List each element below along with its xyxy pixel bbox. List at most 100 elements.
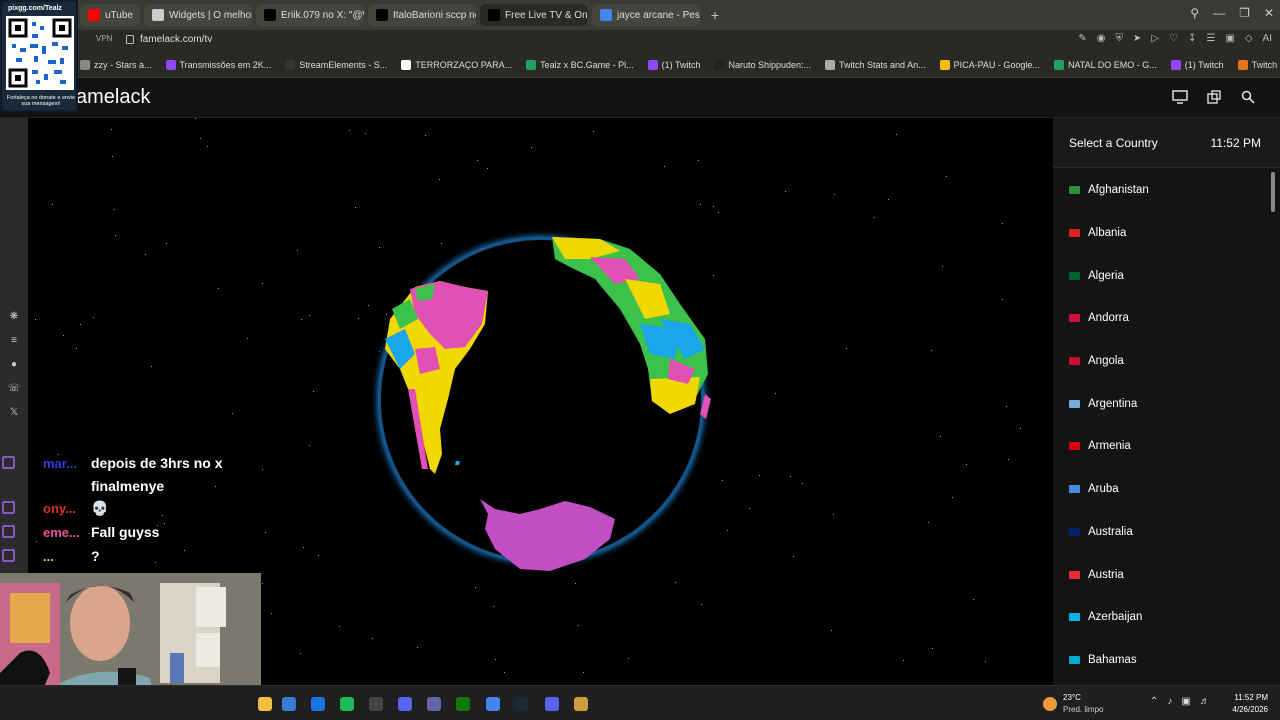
tab-6[interactable]: jayce arcane - Pesquisa <box>592 4 700 26</box>
bookmark-item[interactable]: PICA-PAU - Google... <box>939 59 1040 70</box>
bookmark-item[interactable]: Tealz x BC.Game - Pl... <box>526 59 634 70</box>
tab-4[interactable]: ItaloBarioni sccp no X: " <box>368 4 476 26</box>
vpn-badge[interactable]: VPN <box>96 34 112 43</box>
star <box>700 204 701 205</box>
country-item[interactable]: Armenia <box>1053 425 1271 468</box>
country-list[interactable]: Afghanistan Albania Algeria Andorra Angola Ar… <box>1053 169 1271 685</box>
volume-icon[interactable]: ♬ <box>1200 696 1210 707</box>
star <box>713 275 714 276</box>
star <box>504 672 505 673</box>
star <box>76 348 77 349</box>
wallet-icon[interactable]: ▣ <box>1225 33 1234 44</box>
whatsapp-icon[interactable]: ☏ <box>8 382 21 394</box>
bookmark-item[interactable]: Transmissões em 2K... <box>165 59 271 70</box>
chevron-up-icon[interactable]: ⌃ <box>1150 696 1158 707</box>
country-item[interactable]: Aruba <box>1053 468 1271 511</box>
country-item[interactable]: Australia <box>1053 511 1271 554</box>
bookmark-label: StreamElements - S... <box>299 59 388 70</box>
globe-view-icon[interactable] <box>1206 89 1222 105</box>
microphone-icon[interactable]: ♪ <box>1167 696 1172 707</box>
bookmark-label: Twitch Stats and An... <box>839 59 926 70</box>
tab-1[interactable]: uTube <box>80 4 140 26</box>
maximize-button[interactable]: ❐ <box>1239 6 1250 20</box>
discord-icon[interactable] <box>545 697 559 711</box>
bookmark-item[interactable]: TERRORZAÇO PARA... <box>401 59 512 70</box>
weather-icon[interactable] <box>1043 697 1057 711</box>
globe[interactable] <box>370 229 712 571</box>
bookmark-item[interactable]: StreamElements - S... <box>285 59 388 70</box>
new-tab-button[interactable]: + <box>706 7 724 23</box>
star <box>372 638 373 639</box>
chat-message: mar... depois de 3hrs no x finalmenye <box>0 452 261 498</box>
url-field[interactable]: famelack.com/tv <box>126 34 212 45</box>
network-icon[interactable]: ▣ <box>1181 696 1190 707</box>
menu-icon[interactable]: ☰ <box>1206 33 1215 44</box>
star <box>985 661 986 662</box>
search-icon[interactable] <box>1240 89 1256 105</box>
play-icon[interactable]: ▷ <box>1151 33 1159 44</box>
chrome-icon[interactable] <box>486 697 500 711</box>
ai-icon[interactable]: AI <box>1263 33 1272 44</box>
cube-icon[interactable]: ◇ <box>1245 33 1253 44</box>
steam-icon[interactable] <box>515 697 529 711</box>
discord-app-icon[interactable] <box>398 697 412 711</box>
teams-icon[interactable] <box>427 697 441 711</box>
bookmark-item[interactable]: Twitch Stats and An... <box>825 59 926 70</box>
bookmark-item[interactable]: Twitch Front Page P... <box>1237 59 1280 70</box>
bookmark-item[interactable]: NATAL DO EMO - G... <box>1053 59 1157 70</box>
weather-temp[interactable]: 23°C <box>1063 693 1081 702</box>
country-list-scrollbar[interactable] <box>1271 172 1275 212</box>
league-icon[interactable] <box>574 697 588 711</box>
tab-label: Widgets | O melhor soft <box>169 9 252 21</box>
spotify-icon[interactable] <box>340 697 354 711</box>
site-logo[interactable]: amelack <box>76 86 150 109</box>
x-icon <box>264 9 276 21</box>
file-explorer-icon[interactable] <box>258 697 272 711</box>
bookmark-item[interactable]: zzy - Stars a... <box>80 59 152 70</box>
heart-icon[interactable]: ♡ <box>1169 33 1178 44</box>
country-item[interactable]: Albania <box>1053 212 1271 255</box>
url-text[interactable]: famelack.com/tv <box>140 34 212 45</box>
obs-icon[interactable] <box>369 697 383 711</box>
download-icon[interactable]: ↧ <box>1188 33 1196 44</box>
sparkle-icon[interactable]: ❋ <box>8 310 20 322</box>
bookmark-item[interactable]: (1) Twitch <box>1170 59 1224 70</box>
shield-icon[interactable]: ⛨ <box>1115 33 1123 44</box>
x-icon[interactable]: 𝕏 <box>8 406 20 418</box>
store-icon[interactable] <box>282 697 296 711</box>
weather-desc[interactable]: Pred. limpo <box>1063 705 1103 714</box>
close-window-button[interactable]: ✕ <box>1264 6 1274 20</box>
outlook-icon[interactable] <box>311 697 325 711</box>
edit-icon[interactable]: ✎ <box>1078 33 1086 44</box>
country-item[interactable]: Argentina <box>1053 382 1271 425</box>
star <box>218 288 219 289</box>
country-item[interactable]: Bahamas <box>1053 639 1271 682</box>
bookmark-label: (1) Twitch <box>661 59 701 70</box>
country-item[interactable]: Algeria <box>1053 254 1271 297</box>
country-item[interactable]: Angola <box>1053 340 1271 383</box>
country-item[interactable]: Azerbaijan <box>1053 596 1271 639</box>
tab-3[interactable]: Eriik.079 no X: "@WildR <box>256 4 364 26</box>
search-tabs-icon[interactable]: ⚲ <box>1190 6 1199 20</box>
country-item[interactable]: Austria <box>1053 553 1271 596</box>
country-item[interactable]: Afghanistan <box>1053 169 1271 212</box>
camera-icon[interactable]: ◉ <box>1097 33 1106 44</box>
send-icon[interactable]: ➤ <box>1133 33 1141 44</box>
star <box>232 413 233 414</box>
tab-2[interactable]: Widgets | O melhor soft <box>144 4 252 26</box>
tab-5[interactable]: Free Live TV & Online R <box>480 4 588 26</box>
lines-icon[interactable]: ≡ <box>8 334 20 346</box>
xbox-icon[interactable] <box>456 697 470 711</box>
bookmark-item[interactable]: (1) Twitch <box>647 59 701 70</box>
clock-date[interactable]: 4/26/2026 <box>1226 705 1268 714</box>
minimize-button[interactable]: — <box>1213 6 1225 20</box>
clock-time[interactable]: 11:52 PM <box>1232 693 1268 702</box>
messenger-icon[interactable]: ● <box>8 358 20 370</box>
famelack-icon <box>488 9 500 21</box>
address-bar-tools: ✎ ◉ ⛨ ➤ ▷ ♡ ↧ ☰ ▣ ◇ AI <box>1078 33 1272 44</box>
star <box>903 660 904 661</box>
bookmark-item[interactable]: Naruto Shippuden:... <box>714 59 811 70</box>
country-item[interactable]: Andorra <box>1053 297 1271 340</box>
tv-icon[interactable] <box>1172 89 1188 105</box>
star <box>831 630 832 631</box>
